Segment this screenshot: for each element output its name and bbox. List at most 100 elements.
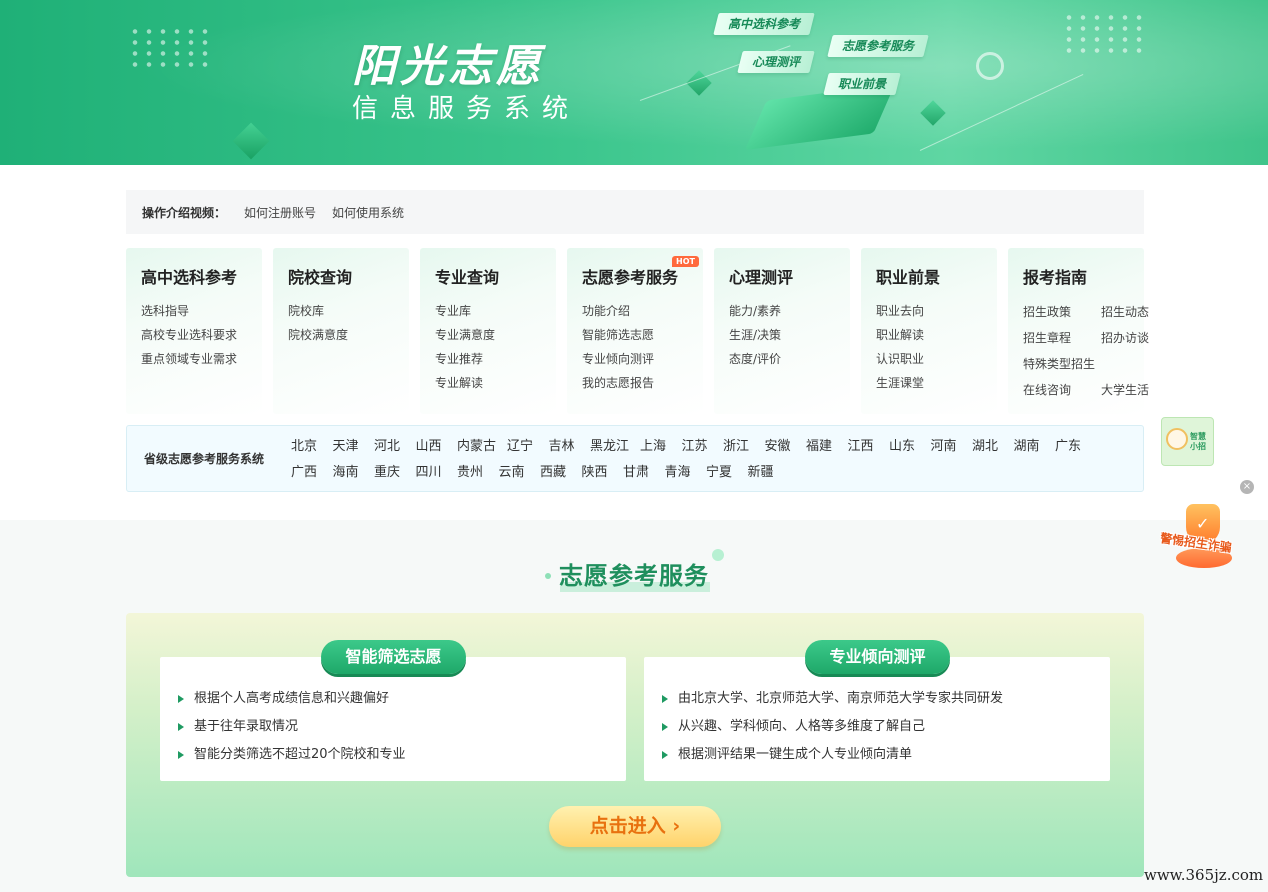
card-link[interactable]: 特殊类型招生 xyxy=(1023,351,1095,377)
operation-intro-bar: 操作介绍视频： 如何注册账号 如何使用系统 xyxy=(126,190,1144,234)
province-link[interactable]: 海南 xyxy=(333,460,375,486)
close-icon[interactable]: × xyxy=(1240,480,1254,494)
card-college-query: 院校查询 院校库 院校满意度 xyxy=(273,248,409,414)
province-link[interactable]: 福建 xyxy=(806,434,848,460)
card-title[interactable]: 报考指南 xyxy=(1023,264,1144,288)
decorative-ring xyxy=(976,52,1004,80)
province-link[interactable]: 山东 xyxy=(889,434,931,460)
card-title[interactable]: 心理测评 xyxy=(729,264,850,288)
card-link[interactable]: 职业解读 xyxy=(876,323,997,347)
card-link[interactable]: 院校库 xyxy=(288,299,409,323)
card-link[interactable]: 专业推荐 xyxy=(435,347,556,371)
card-link[interactable]: 态度/评价 xyxy=(729,347,850,371)
card-title[interactable]: 志愿参考服务 xyxy=(582,264,703,288)
province-link[interactable]: 山西 xyxy=(416,434,458,460)
province-link[interactable]: 天津 xyxy=(333,434,375,460)
province-link[interactable]: 江西 xyxy=(848,434,890,460)
province-list: 北京 天津 河北 山西 内蒙古 辽宁 吉林 黑龙江 上海 江苏 浙江 安徽 福建 江西 山东 河南 湖北 湖南 广东… xyxy=(291,434,1111,486)
card-link[interactable]: 生涯课堂 xyxy=(876,371,997,395)
assistant-label: 智慧小招 xyxy=(1190,432,1206,451)
province-link[interactable]: 辽宁 xyxy=(507,434,549,460)
card-subject-selection: 高中选科参考 选科指导 高校专业选科要求 重点领域专业需求 xyxy=(126,248,262,414)
card-link[interactable]: 选科指导 xyxy=(141,299,262,323)
decorative-dots xyxy=(128,26,212,70)
province-link[interactable]: 河北 xyxy=(374,434,416,460)
province-link[interactable]: 西藏 xyxy=(540,460,582,486)
card-link[interactable]: 专业倾向测评 xyxy=(582,347,703,371)
province-link[interactable]: 陕西 xyxy=(582,460,624,486)
province-link[interactable]: 宁夏 xyxy=(706,460,748,486)
province-link[interactable]: 安徽 xyxy=(765,434,807,460)
card-link[interactable]: 生涯/决策 xyxy=(729,323,850,347)
video-link-usage[interactable]: 如何使用系统 xyxy=(332,204,404,221)
fraud-warning-widget[interactable]: ✓ 警惕招生诈骗 xyxy=(1158,500,1248,576)
service-point: 基于往年录取情况 xyxy=(178,713,406,741)
card-career-outlook: 职业前景 职业去向 职业解读 认识职业 生涯课堂 xyxy=(861,248,997,414)
site-subtitle: 信息服务系统 xyxy=(352,94,581,124)
card-link[interactable]: 功能介绍 xyxy=(582,299,703,323)
feature-cards: 高中选科参考 选科指导 高校专业选科要求 重点领域专业需求 院校查询 院校库 院… xyxy=(126,248,1149,414)
card-link[interactable]: 认识职业 xyxy=(876,347,997,371)
province-link[interactable]: 广西 xyxy=(291,460,333,486)
card-title[interactable]: 专业查询 xyxy=(435,264,556,288)
card-link[interactable]: 重点领域专业需求 xyxy=(141,347,262,371)
card-link[interactable]: 招生章程 xyxy=(1023,325,1095,351)
province-link[interactable]: 云南 xyxy=(499,460,541,486)
card-link[interactable]: 我的志愿报告 xyxy=(582,371,703,395)
card-link[interactable]: 能力/素养 xyxy=(729,299,850,323)
province-link[interactable]: 江苏 xyxy=(682,434,724,460)
province-link[interactable]: 广东 xyxy=(1055,434,1097,460)
province-link[interactable]: 四川 xyxy=(416,460,458,486)
site-title: 阳光志愿 xyxy=(352,41,544,92)
card-link[interactable]: 专业解读 xyxy=(435,371,556,395)
smart-filter-badge[interactable]: 智能筛选志愿 xyxy=(321,640,466,674)
banner-tag: 心理测评 xyxy=(737,51,815,73)
smart-assistant-button[interactable]: 智慧小招 xyxy=(1161,417,1214,466)
province-link[interactable]: 重庆 xyxy=(374,460,416,486)
card-application-guide: 报考指南 招生政策 招生动态 招生章程 招办访谈 特殊类型招生 在线咨询 大学生… xyxy=(1008,248,1149,414)
card-link[interactable]: 招生政策 xyxy=(1023,299,1095,325)
card-link[interactable]: 智能筛选志愿 xyxy=(582,323,703,347)
province-link[interactable]: 黑龙江 xyxy=(590,434,640,460)
triangle-bullet-icon xyxy=(662,694,668,703)
province-link[interactable]: 北京 xyxy=(291,434,333,460)
section-title: 志愿参考服务 xyxy=(559,562,709,590)
province-link[interactable]: 湖南 xyxy=(1014,434,1056,460)
province-link[interactable]: 贵州 xyxy=(457,460,499,486)
province-systems-box: 省级志愿参考服务系统 北京 天津 河北 山西 内蒙古 辽宁 吉林 黑龙江 上海 江苏 浙江 安徽 福建江… xyxy=(126,425,1144,492)
card-link[interactable]: 招生动态 xyxy=(1101,299,1149,325)
card-major-query: 专业查询 专业库 专业满意度 专业推荐 专业解读 xyxy=(420,248,556,414)
card-link[interactable]: 高校专业选科要求 xyxy=(141,323,262,347)
assistant-avatar-icon xyxy=(1166,428,1188,450)
service-card-major-test: 由北京大学、北京师范大学、南京师范大学专家共同研发 从兴趣、学科倾向、人格等多维… xyxy=(644,657,1110,781)
triangle-bullet-icon xyxy=(662,722,668,731)
card-link[interactable]: 专业满意度 xyxy=(435,323,556,347)
enter-button[interactable]: 点击进入 › xyxy=(549,806,721,847)
card-link[interactable]: 专业库 xyxy=(435,299,556,323)
province-link[interactable]: 青海 xyxy=(665,460,707,486)
province-link[interactable]: 浙江 xyxy=(723,434,765,460)
service-point: 从兴趣、学科倾向、人格等多维度了解自己 xyxy=(662,713,1003,741)
province-link[interactable]: 新疆 xyxy=(748,460,790,486)
province-link[interactable]: 湖北 xyxy=(972,434,1014,460)
service-card-smart-filter: 根据个人高考成绩信息和兴趣偏好 基于往年录取情况 智能分类筛选不超过20个院校和… xyxy=(160,657,626,781)
major-test-badge[interactable]: 专业倾向测评 xyxy=(805,640,950,674)
card-title[interactable]: 职业前景 xyxy=(876,264,997,288)
triangle-bullet-icon xyxy=(178,750,184,759)
province-link[interactable]: 吉林 xyxy=(549,434,591,460)
card-link[interactable]: 在线咨询 xyxy=(1023,377,1095,403)
card-title[interactable]: 院校查询 xyxy=(288,264,409,288)
service-point: 智能分类筛选不超过20个院校和专业 xyxy=(178,741,406,769)
card-link[interactable]: 院校满意度 xyxy=(288,323,409,347)
card-title[interactable]: 高中选科参考 xyxy=(141,264,262,288)
province-link[interactable]: 上海 xyxy=(640,434,682,460)
triangle-bullet-icon xyxy=(178,722,184,731)
province-link[interactable]: 内蒙古 xyxy=(457,434,507,460)
video-link-register[interactable]: 如何注册账号 xyxy=(244,204,316,221)
card-link[interactable]: 招办访谈 xyxy=(1101,325,1149,351)
card-link[interactable]: 大学生活 xyxy=(1101,377,1149,403)
card-psych-test: 心理测评 能力/素养 生涯/决策 态度/评价 xyxy=(714,248,850,414)
province-link[interactable]: 甘肃 xyxy=(623,460,665,486)
province-link[interactable]: 河南 xyxy=(931,434,973,460)
card-link[interactable]: 职业去向 xyxy=(876,299,997,323)
